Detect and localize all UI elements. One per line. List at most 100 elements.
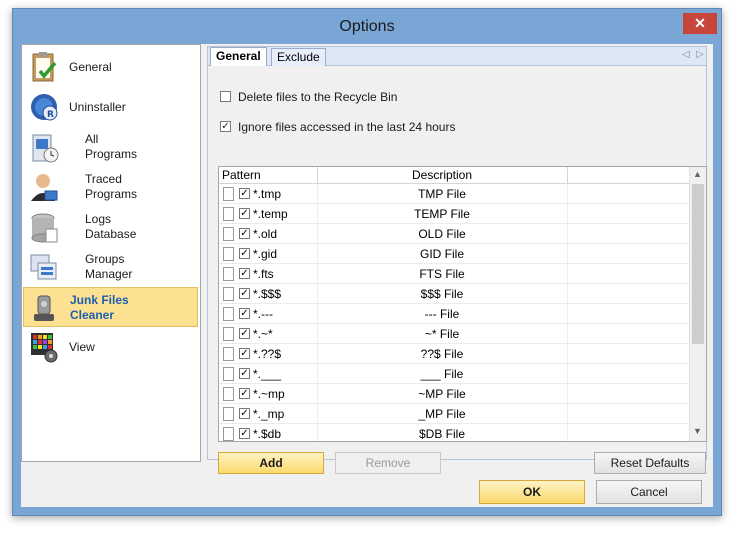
row-checkbox[interactable]: ✓ [239,228,250,239]
file-icon [223,207,234,221]
tab-general[interactable]: General [210,47,267,67]
nav-label-view: View [69,340,95,354]
table-row[interactable]: ✓ *.~* ~* File [219,324,689,344]
options-window: Options ✕ General R Uninstaller All Prog… [12,8,722,516]
file-icon [223,267,234,281]
clipboard-check-icon [32,52,57,82]
row-checkbox[interactable]: ✓ [239,328,250,339]
table-row[interactable]: ✓ *.$db $DB File [219,424,689,441]
description-cell: ___ File [420,367,464,381]
file-icon [223,327,234,341]
row-checkbox[interactable]: ✓ [239,308,250,319]
table-row[interactable]: ✓ *.fts FTS File [219,264,689,284]
all-programs-icon [32,134,59,163]
description-cell: --- File [424,307,460,321]
pattern-cell: *.~* [253,327,273,341]
scrollbar-thumb[interactable] [692,184,704,344]
file-icon [223,347,234,361]
row-checkbox[interactable]: ✓ [239,248,250,259]
ok-button[interactable]: OK [479,480,585,504]
ignore-recent-label[interactable]: Ignore files accessed in the last 24 hou… [238,120,455,134]
pattern-cell: *.fts [253,267,274,281]
uninstaller-disc-icon: R [31,94,58,121]
nav-item-logs-database[interactable]: Logs Database [23,207,198,247]
description-cell: ??$ File [420,347,464,361]
table-row[interactable]: ✓ *.tmp TMP File [219,184,689,204]
list-scrollbar[interactable]: ▲ ▼ [689,167,706,441]
file-icon [223,247,234,261]
pattern-cell: *.tmp [253,187,282,201]
table-row[interactable]: ✓ *.temp TEMP File [219,204,689,224]
table-row[interactable]: ✓ *.--- --- File [219,304,689,324]
svg-text:R: R [47,110,54,120]
table-row[interactable]: ✓ *.??$ ??$ File [219,344,689,364]
description-cell: FTS File [419,267,465,281]
description-cell: OLD File [418,227,466,241]
table-row[interactable]: ✓ *.~mp ~MP File [219,384,689,404]
file-icon [223,367,234,381]
row-checkbox[interactable]: ✓ [239,408,250,419]
tab-scroll-right-icon[interactable]: ▷ [696,49,704,60]
pattern-cell: *.??$ [253,347,282,361]
nav-item-view[interactable]: View [23,327,198,367]
tab-exclude[interactable]: Exclude [271,48,326,66]
close-button[interactable]: ✕ [683,13,717,34]
description-cell: TEMP File [414,207,470,221]
description-cell: ~MP File [418,387,466,401]
row-checkbox[interactable]: ✓ [239,268,250,279]
file-icon [223,307,234,321]
pattern-cell: *.temp [253,207,288,221]
file-icon [223,427,234,441]
settings-panel: General Exclude ◁ ▷ Delete files to the … [207,46,707,474]
pattern-cell: *.old [253,227,278,241]
pattern-cell: *.___ [253,367,282,381]
tab-scroll-left-icon[interactable]: ◁ [682,49,690,60]
nav-label-general: General [69,60,112,74]
row-checkbox[interactable]: ✓ [239,388,250,399]
column-header-pattern[interactable]: Pattern [222,167,261,183]
description-cell: TMP File [418,187,466,201]
table-row[interactable]: ✓ *.___ ___ File [219,364,689,384]
table-row[interactable]: ✓ *.gid GID File [219,244,689,264]
table-row[interactable]: ✓ *.$$$ $$$ File [219,284,689,304]
nav-item-junk-files-cleaner[interactable]: Junk Files Cleaner [23,287,198,327]
ignore-recent-checkbox[interactable]: ✓ [220,121,231,132]
description-cell: ~* File [424,327,460,341]
nav-label-junk-files-cleaner: Junk Files Cleaner [70,293,129,322]
description-cell: $DB File [418,427,465,441]
window-title: Options [339,18,395,35]
nav-label-groups-manager: Groups Manager [85,252,133,281]
vacuum-icon [34,295,54,321]
nav-label-all-programs: All Programs [85,132,138,161]
row-checkbox[interactable]: ✓ [239,368,250,379]
nav-item-all-programs[interactable]: All Programs [23,127,198,167]
row-checkbox[interactable]: ✓ [239,428,250,439]
scroll-down-icon[interactable]: ▼ [693,426,702,436]
nav-item-groups-manager[interactable]: Groups Manager [23,247,198,287]
nav-item-traced-programs[interactable]: Traced Programs [23,167,198,207]
tab-panel-general: Delete files to the Recycle Bin ✓ Ignore… [207,66,707,474]
pattern-cell: *.$db [253,427,282,441]
nav-label-uninstaller: Uninstaller [69,100,126,114]
pattern-list[interactable]: Pattern Description ✓ *.tmp TMP File ✓ *.tem… [218,166,707,442]
row-checkbox[interactable]: ✓ [239,288,250,299]
description-cell: GID File [419,247,464,261]
recycle-checkbox[interactable] [220,91,231,102]
file-icon [223,227,234,241]
recycle-label[interactable]: Delete files to the Recycle Bin [238,90,397,104]
table-row[interactable]: ✓ *._mp _MP File [219,404,689,424]
row-checkbox[interactable]: ✓ [239,348,250,359]
row-checkbox[interactable]: ✓ [239,208,250,219]
nav-item-general[interactable]: General [23,47,198,87]
table-row[interactable]: ✓ *.old OLD File [219,224,689,244]
row-checkbox[interactable]: ✓ [239,188,250,199]
tab-strip: General Exclude ◁ ▷ [207,46,707,67]
scroll-up-icon[interactable]: ▲ [693,169,702,179]
pattern-cell: *.$$$ [253,287,282,301]
pattern-cell: *.gid [253,247,278,261]
column-header-description[interactable]: Description [317,167,567,183]
dialog-footer: OK Cancel [21,465,713,507]
nav-item-uninstaller[interactable]: R Uninstaller [23,87,198,127]
cancel-button[interactable]: Cancel [596,480,702,504]
nav-label-traced-programs: Traced Programs [85,172,138,201]
